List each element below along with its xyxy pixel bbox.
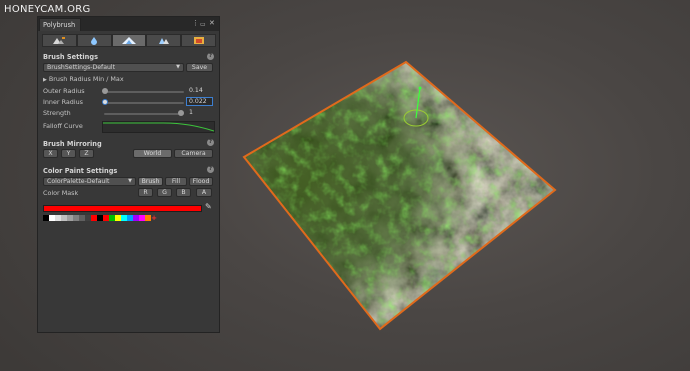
save-button[interactable]: Save: [186, 63, 213, 72]
brush-preset-value: BrushSettings-Default: [47, 64, 116, 71]
color-mask-label: Color Mask: [43, 189, 79, 197]
color-swatch-row: +: [43, 215, 157, 222]
mask-a-button[interactable]: A: [196, 188, 212, 197]
paint-icon: [121, 37, 136, 44]
strength-value[interactable]: 1: [186, 108, 213, 117]
mirror-y-button[interactable]: Y: [61, 149, 76, 158]
more-options-icon[interactable]: ⋮: [192, 19, 199, 28]
chevron-down-icon: ▼: [176, 64, 180, 70]
paint-brush-button[interactable]: Brush: [138, 177, 163, 186]
scatter-icon: [158, 38, 169, 44]
inner-radius-label: Inner Radius: [43, 98, 84, 106]
outer-radius-knob[interactable]: [102, 88, 108, 94]
mode-toolbar: [42, 34, 216, 47]
radius-toggle[interactable]: ▶ Brush Radius Min / Max: [43, 75, 124, 83]
mode-paint-vertex[interactable]: [111, 34, 147, 47]
mode-scatter[interactable]: [146, 34, 182, 47]
paint-flood-button[interactable]: Flood: [189, 177, 213, 186]
tab-polybrush[interactable]: Polybrush: [39, 18, 81, 31]
polybrush-panel: Polybrush ⋮ ▭ ✕ Brush Settings ? BrushSe…: [37, 16, 220, 333]
sculpt-icon: [53, 37, 66, 44]
mask-g-button[interactable]: G: [157, 188, 172, 197]
strength-label: Strength: [43, 109, 71, 117]
close-icon[interactable]: ✕: [209, 19, 215, 28]
strength-knob[interactable]: [178, 110, 184, 116]
eyedropper-icon[interactable]: ✎: [205, 202, 212, 211]
mode-texture[interactable]: [181, 34, 216, 47]
outer-radius-slider[interactable]: [104, 91, 184, 93]
falloff-curve-field[interactable]: [102, 121, 215, 133]
color-palette-dropdown[interactable]: ColorPalette-Default ▼: [43, 177, 136, 186]
paint-fill-button[interactable]: Fill: [165, 177, 187, 186]
maximize-icon[interactable]: ▭: [200, 20, 206, 29]
current-color-field[interactable]: [43, 205, 202, 212]
falloff-curve-label: Falloff Curve: [43, 122, 83, 130]
texture-icon: [193, 37, 204, 44]
mirror-x-button[interactable]: X: [43, 149, 58, 158]
brush-settings-title: Brush Settings: [43, 53, 99, 61]
color-paint-help-icon[interactable]: ?: [207, 166, 214, 173]
camera-space-button[interactable]: Camera: [174, 149, 213, 158]
inner-radius-knob[interactable]: [102, 99, 108, 105]
chevron-down-icon: ▼: [128, 178, 132, 184]
outer-radius-label: Outer Radius: [43, 87, 85, 95]
strength-slider[interactable]: [104, 113, 184, 115]
mirror-z-button[interactable]: Z: [79, 149, 94, 158]
terrain-plane[interactable]: [240, 58, 560, 333]
brush-mirroring-help-icon[interactable]: ?: [207, 139, 214, 146]
color-paint-title: Color Paint Settings: [43, 167, 118, 175]
falloff-curve-graph: [103, 122, 215, 132]
inner-radius-value[interactable]: 0.022: [186, 97, 213, 106]
mode-smooth[interactable]: [76, 34, 112, 47]
triangle-right-icon: ▶: [43, 77, 47, 83]
mode-sculpt[interactable]: [42, 34, 77, 47]
color-palette-value: ColorPalette-Default: [47, 178, 110, 185]
brush-mirroring-title: Brush Mirroring: [43, 140, 102, 148]
mask-b-button[interactable]: B: [176, 188, 191, 197]
outer-radius-value[interactable]: 0.14: [186, 86, 213, 95]
add-swatch-button[interactable]: +: [151, 215, 157, 222]
world-space-button[interactable]: World: [133, 149, 172, 158]
mask-r-button[interactable]: R: [138, 188, 153, 197]
drop-icon: [91, 37, 98, 45]
brush-preset-dropdown[interactable]: BrushSettings-Default ▼: [43, 63, 184, 72]
brush-settings-help-icon[interactable]: ?: [207, 53, 214, 60]
radius-toggle-label: Brush Radius Min / Max: [48, 75, 124, 83]
inner-radius-slider[interactable]: [104, 102, 184, 104]
